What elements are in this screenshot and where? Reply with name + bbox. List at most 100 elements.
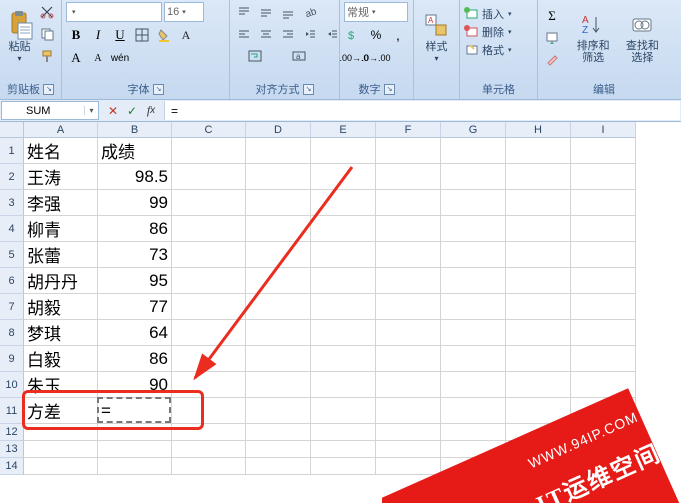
cell[interactable]: [246, 372, 311, 398]
cell[interactable]: 成绩: [98, 138, 172, 164]
accounting-button[interactable]: $: [344, 25, 364, 45]
cell[interactable]: [172, 424, 246, 441]
align-right-button[interactable]: [278, 24, 298, 44]
cell[interactable]: [311, 458, 376, 475]
font-name-combo[interactable]: ▾: [66, 2, 162, 22]
merge-center-button[interactable]: a: [278, 46, 320, 66]
cell[interactable]: 99: [98, 190, 172, 216]
cell[interactable]: [506, 190, 571, 216]
wrap-text-button[interactable]: [234, 46, 276, 66]
cell[interactable]: [506, 216, 571, 242]
cell[interactable]: [441, 441, 506, 458]
cell[interactable]: [311, 190, 376, 216]
column-headers[interactable]: ABCDEFGHI: [24, 122, 636, 138]
delete-button[interactable]: 删除▾: [464, 24, 512, 40]
cell[interactable]: [311, 164, 376, 190]
cell[interactable]: =: [98, 398, 172, 424]
cell[interactable]: [24, 441, 98, 458]
cell[interactable]: 86: [98, 216, 172, 242]
cell[interactable]: [441, 294, 506, 320]
align-middle-button[interactable]: [256, 2, 276, 22]
cell[interactable]: [571, 242, 636, 268]
cell[interactable]: [98, 441, 172, 458]
cell[interactable]: [376, 372, 441, 398]
cell[interactable]: [376, 138, 441, 164]
cell[interactable]: [441, 216, 506, 242]
cell[interactable]: 98.5: [98, 164, 172, 190]
cell[interactable]: [506, 164, 571, 190]
column-header[interactable]: F: [376, 122, 441, 138]
decrease-font-button[interactable]: A: [88, 48, 108, 68]
row-header[interactable]: 11: [0, 398, 24, 424]
select-all-corner[interactable]: [0, 122, 24, 138]
cell[interactable]: [311, 441, 376, 458]
cell[interactable]: [506, 398, 571, 424]
row-header[interactable]: 13: [0, 441, 24, 458]
cell[interactable]: [172, 216, 246, 242]
cell[interactable]: [246, 242, 311, 268]
cell[interactable]: [376, 242, 441, 268]
insert-button[interactable]: 插入▾: [464, 6, 512, 22]
cell[interactable]: [311, 242, 376, 268]
cell[interactable]: [376, 216, 441, 242]
cell[interactable]: 胡毅: [24, 294, 98, 320]
cell[interactable]: [571, 320, 636, 346]
cell[interactable]: [246, 398, 311, 424]
column-header[interactable]: C: [172, 122, 246, 138]
column-header[interactable]: I: [571, 122, 636, 138]
row-header[interactable]: 8: [0, 320, 24, 346]
column-header[interactable]: A: [24, 122, 98, 138]
cell[interactable]: [571, 398, 636, 424]
cell[interactable]: [441, 372, 506, 398]
increase-font-button[interactable]: A: [66, 48, 86, 68]
cell[interactable]: [571, 424, 636, 441]
cell[interactable]: [506, 372, 571, 398]
cell[interactable]: [506, 268, 571, 294]
fill-color-button[interactable]: [154, 25, 174, 45]
cell[interactable]: [506, 346, 571, 372]
row-header[interactable]: 12: [0, 424, 24, 441]
fill-button[interactable]: [542, 28, 562, 48]
cell[interactable]: [571, 346, 636, 372]
cell[interactable]: [506, 424, 571, 441]
cell[interactable]: [441, 190, 506, 216]
row-headers[interactable]: 1234567891011121314: [0, 138, 24, 475]
cell[interactable]: [571, 441, 636, 458]
row-header[interactable]: 14: [0, 458, 24, 475]
cell[interactable]: [441, 398, 506, 424]
dialog-launcher-icon[interactable]: ↘: [303, 84, 314, 95]
cell[interactable]: [376, 190, 441, 216]
cell[interactable]: 77: [98, 294, 172, 320]
cell[interactable]: 86: [98, 346, 172, 372]
cell[interactable]: [172, 138, 246, 164]
cell[interactable]: [246, 268, 311, 294]
cell[interactable]: [311, 138, 376, 164]
cell[interactable]: [571, 294, 636, 320]
column-header[interactable]: H: [506, 122, 571, 138]
cell[interactable]: [311, 216, 376, 242]
align-left-button[interactable]: [234, 24, 254, 44]
cell[interactable]: [376, 398, 441, 424]
cell[interactable]: [376, 424, 441, 441]
orientation-button[interactable]: ab: [300, 2, 320, 22]
column-header[interactable]: G: [441, 122, 506, 138]
cell[interactable]: [246, 458, 311, 475]
cell[interactable]: 方差: [24, 398, 98, 424]
cell[interactable]: 白毅: [24, 346, 98, 372]
decrease-indent-button[interactable]: [300, 24, 320, 44]
cell[interactable]: [441, 138, 506, 164]
cell[interactable]: [246, 320, 311, 346]
cell[interactable]: [246, 190, 311, 216]
cell[interactable]: [506, 294, 571, 320]
cell[interactable]: [376, 346, 441, 372]
underline-button[interactable]: U: [110, 25, 130, 45]
cell[interactable]: [246, 164, 311, 190]
styles-button[interactable]: A 样式 ▾: [418, 2, 455, 72]
cell[interactable]: [571, 190, 636, 216]
cell[interactable]: [571, 268, 636, 294]
cell[interactable]: 梦琪: [24, 320, 98, 346]
italic-button[interactable]: I: [88, 25, 108, 45]
cell[interactable]: [506, 458, 571, 475]
cell[interactable]: [571, 164, 636, 190]
cell[interactable]: [172, 346, 246, 372]
